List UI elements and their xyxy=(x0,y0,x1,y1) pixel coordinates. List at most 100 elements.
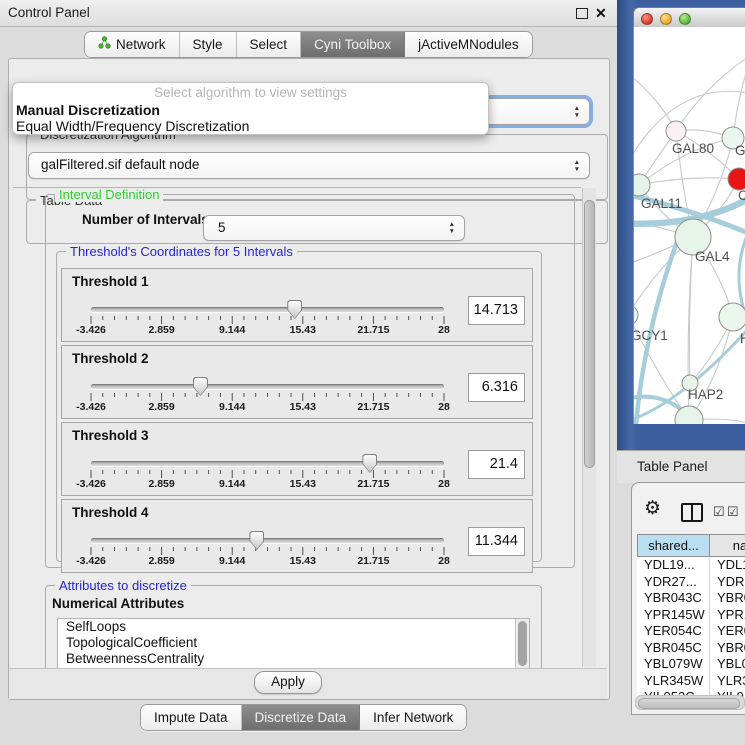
network-node-c[interactable] xyxy=(728,168,745,190)
list-scrollbar[interactable] xyxy=(515,619,529,669)
cell-name: YLR3 xyxy=(710,673,745,690)
table-row[interactable]: YDR27...YDR2 xyxy=(637,574,745,591)
close-icon[interactable]: ✕ xyxy=(595,3,607,23)
checkbox-icon[interactable]: ☑ xyxy=(727,504,739,520)
slider-track[interactable] xyxy=(91,538,444,543)
network-edge[interactable] xyxy=(639,178,739,185)
network-node-label: GAL4 xyxy=(695,249,730,264)
slider-track[interactable] xyxy=(91,307,444,312)
settings-scroll-area: Interval Definition Number of Intervals … xyxy=(13,187,581,669)
table-horizontal-scrollbar[interactable] xyxy=(635,695,745,710)
tab-label: Select xyxy=(250,32,288,57)
tab-impute-data[interactable]: Impute Data xyxy=(141,705,242,730)
threshold-value-field[interactable]: 11.344 xyxy=(468,527,525,556)
table-horizontal-scrollbar-thumb[interactable] xyxy=(638,698,740,709)
table-panel-title: Table Panel xyxy=(637,451,708,483)
table-data-select[interactable]: galFiltered.sif default node ▲▼ xyxy=(28,152,590,179)
column-header-name[interactable]: name xyxy=(709,534,745,557)
threshold-box-threshold-3: Threshold 3-3.4262.8599.14415.4321.71528… xyxy=(61,422,533,496)
tick-label: 15.43 xyxy=(277,478,329,490)
attribute-item-topologicalcoefficient[interactable]: TopologicalCoefficient xyxy=(58,635,529,651)
network-node-label: C xyxy=(738,188,745,203)
table-row[interactable]: YBR043CYBR0 xyxy=(637,590,745,607)
slider-track[interactable] xyxy=(91,384,444,389)
tab-label: Discretize Data xyxy=(255,705,347,730)
screen: { "window": { "title": "Control Panel" }… xyxy=(0,0,745,745)
panel-scrollbar-thumb[interactable] xyxy=(584,200,595,468)
network-window-titlebar[interactable] xyxy=(633,7,745,29)
network-view-canvas[interactable]: GAL80GACGAL11GAL4GCY1HHAP2 xyxy=(633,27,745,424)
tick-label: 28 xyxy=(418,478,470,490)
tab-label: Cyni Toolbox xyxy=(314,32,391,57)
attribute-item-betweennesscentrality[interactable]: BetweennessCentrality xyxy=(58,651,529,667)
column-header-shared-name[interactable]: shared... xyxy=(637,534,709,557)
tab-infer-network[interactable]: Infer Network xyxy=(360,705,466,730)
number-of-intervals-value: 5 xyxy=(218,216,226,240)
tab-discretize-data[interactable]: Discretize Data xyxy=(242,705,361,730)
tick-label: 9.144 xyxy=(206,401,258,413)
cell-shared-name: YLR345W xyxy=(637,673,710,690)
tab-label: Network xyxy=(116,32,166,57)
table-row[interactable]: YPR145WYPR1 xyxy=(637,607,745,624)
table-row[interactable]: YLR345WYLR3 xyxy=(637,673,745,690)
checkbox-icon[interactable]: ☑ xyxy=(713,504,725,520)
table-panel-header: Table Panel xyxy=(617,450,745,483)
network-node-h[interactable] xyxy=(719,303,745,331)
numerical-attributes-label: Numerical Attributes xyxy=(52,596,184,611)
split-columns-icon[interactable] xyxy=(681,503,703,522)
table-row[interactable]: YBL079WYBL0 xyxy=(637,656,745,673)
bottom-tab-bar: Impute Data Discretize Data Infer Network xyxy=(140,704,467,731)
network-node-gal11[interactable] xyxy=(634,174,650,196)
tick-label: 28 xyxy=(418,555,470,567)
threshold-label: Threshold 4 xyxy=(72,505,149,520)
threshold-value-field[interactable]: 6.316 xyxy=(468,373,525,402)
cell-name: YBR0 xyxy=(710,590,745,607)
cell-shared-name: YDR27... xyxy=(637,574,710,591)
threshold-label: Threshold 2 xyxy=(72,351,149,366)
table-row[interactable]: YBR045CYBR0 xyxy=(637,640,745,657)
number-of-intervals-select[interactable]: 5 ▲▼ xyxy=(203,215,465,241)
algorithm-option-manual-discretization[interactable]: Manual Discretization xyxy=(16,102,160,118)
stepper-icon: ▲▼ xyxy=(449,221,455,235)
threshold-value-field[interactable]: 21.4 xyxy=(468,450,525,479)
gear-icon[interactable]: ⚙ xyxy=(644,497,661,520)
traffic-light-close-icon[interactable] xyxy=(641,13,653,25)
algorithm-option-equal-width-frequency[interactable]: Equal Width/Frequency Discretization xyxy=(16,118,249,134)
cell-shared-name: YBL079W xyxy=(637,656,710,673)
slider-track[interactable] xyxy=(91,461,444,466)
network-edge[interactable] xyxy=(634,67,676,131)
tick-label: -3.426 xyxy=(65,555,117,567)
traffic-light-zoom-icon[interactable] xyxy=(679,13,691,25)
tab-label: Infer Network xyxy=(373,705,453,730)
cell-name: YBR0 xyxy=(710,640,745,657)
threshold-value-field[interactable]: 14.713 xyxy=(468,296,525,325)
stepper-icon: ▲▼ xyxy=(574,158,580,172)
network-node-gal80[interactable] xyxy=(666,121,686,141)
numerical-attributes-list[interactable]: SelfLoopsTopologicalCoefficientBetweenne… xyxy=(57,618,530,669)
tick-label: -3.426 xyxy=(65,401,117,413)
tab-jactivemnodules[interactable]: jActiveMNodules xyxy=(405,32,532,57)
table-row[interactable]: YER054CYER0 xyxy=(637,623,745,640)
algorithm-dropdown-popup: Select algorithm to view settings Manual… xyxy=(12,82,489,135)
tab-label: Impute Data xyxy=(154,705,228,730)
network-node-gcy1[interactable] xyxy=(634,305,638,325)
network-edge[interactable] xyxy=(676,57,745,131)
tick-label: 21.715 xyxy=(347,401,399,413)
traffic-light-minimize-icon[interactable] xyxy=(660,13,672,25)
network-node-label: GAL80 xyxy=(672,141,714,156)
attribute-item-selfloops[interactable]: SelfLoops xyxy=(58,619,529,635)
tab-style[interactable]: Style xyxy=(180,32,237,57)
tab-cyni-toolbox[interactable]: Cyni Toolbox xyxy=(301,32,405,57)
threshold-box-threshold-1: Threshold 1-3.4262.8599.14415.4321.71528… xyxy=(61,268,533,342)
tab-select[interactable]: Select xyxy=(237,32,302,57)
network-node-label: GAL11 xyxy=(641,196,682,211)
apply-button[interactable]: Apply xyxy=(254,671,322,694)
table-row[interactable]: YDL19...YDL1 xyxy=(637,557,745,574)
list-scrollbar-thumb[interactable] xyxy=(518,621,527,666)
tab-network[interactable]: Network xyxy=(85,32,180,57)
stepper-icon: ▲▼ xyxy=(574,104,580,118)
network-node-label: GCY1 xyxy=(634,328,668,343)
float-window-icon[interactable] xyxy=(576,8,588,19)
tick-label: 9.144 xyxy=(206,324,258,336)
network-graph: GAL80GACGAL11GAL4GCY1HHAP2 xyxy=(634,27,745,424)
